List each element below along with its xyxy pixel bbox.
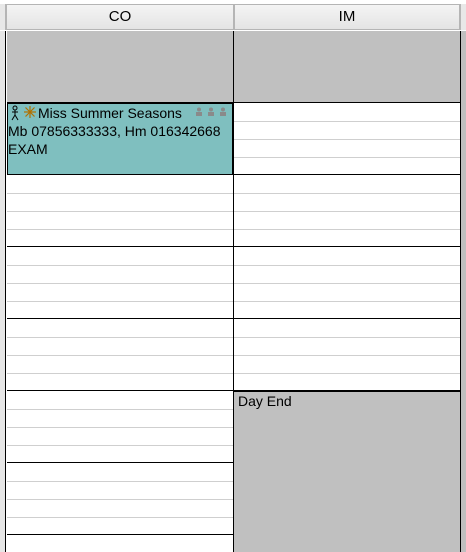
slot-divider xyxy=(234,121,460,122)
hour-divider xyxy=(7,534,233,535)
slot-divider xyxy=(7,193,233,194)
patient-figure-icon xyxy=(11,105,36,121)
slot-divider xyxy=(234,211,460,212)
slot-divider xyxy=(234,139,460,140)
header-right-stub xyxy=(460,4,466,30)
scrollbar-track[interactable] xyxy=(460,31,466,552)
closed-slot-co xyxy=(7,31,233,102)
slot-divider xyxy=(234,355,460,356)
slot-divider xyxy=(7,517,233,518)
diary-view: CO IM Miss Summer Seasons Mb 07856333333… xyxy=(0,0,466,552)
hour-divider xyxy=(7,318,233,319)
slot-divider xyxy=(234,265,460,266)
slot-divider xyxy=(234,301,460,302)
hour-divider xyxy=(234,174,460,175)
slot-divider xyxy=(234,157,460,158)
slot-divider xyxy=(234,193,460,194)
hour-divider xyxy=(234,246,460,247)
slot-divider xyxy=(7,211,233,212)
slot-divider xyxy=(234,283,460,284)
hour-divider xyxy=(7,390,233,391)
slot-divider xyxy=(7,265,233,266)
slot-divider xyxy=(7,283,233,284)
left-edge xyxy=(0,31,6,552)
slot-divider xyxy=(7,445,233,446)
slot-divider xyxy=(234,373,460,374)
appointment-type: EXAM xyxy=(8,141,48,157)
day-end-divider xyxy=(234,391,460,392)
slot-divider xyxy=(7,409,233,410)
slot-divider xyxy=(234,229,460,230)
closed-slot-im xyxy=(234,31,460,102)
slot-divider xyxy=(7,301,233,302)
appointment-card[interactable]: Miss Summer Seasons Mb 07856333333, Hm 0… xyxy=(7,103,233,175)
appointment-phones: Mb 07856333333, Hm 016342668 xyxy=(8,123,221,139)
hour-divider xyxy=(7,462,233,463)
slot-divider xyxy=(7,499,233,500)
hour-divider xyxy=(7,246,233,247)
slot-divider xyxy=(7,481,233,482)
slot-divider xyxy=(234,337,460,338)
hour-divider xyxy=(234,318,460,319)
slot-divider xyxy=(7,373,233,374)
column-header-im[interactable]: IM xyxy=(234,4,460,30)
appointment-patient-name: Miss Summer Seasons xyxy=(38,105,182,121)
slot-divider xyxy=(7,427,233,428)
closed-after-day-end xyxy=(234,392,460,552)
slot-divider xyxy=(7,355,233,356)
star-icon xyxy=(24,106,36,118)
slot-divider xyxy=(7,229,233,230)
day-end-label: Day End xyxy=(238,393,292,409)
status-person-icon xyxy=(196,107,226,116)
column-header-co[interactable]: CO xyxy=(6,4,234,30)
column-divider xyxy=(233,31,234,552)
slot-divider xyxy=(7,337,233,338)
